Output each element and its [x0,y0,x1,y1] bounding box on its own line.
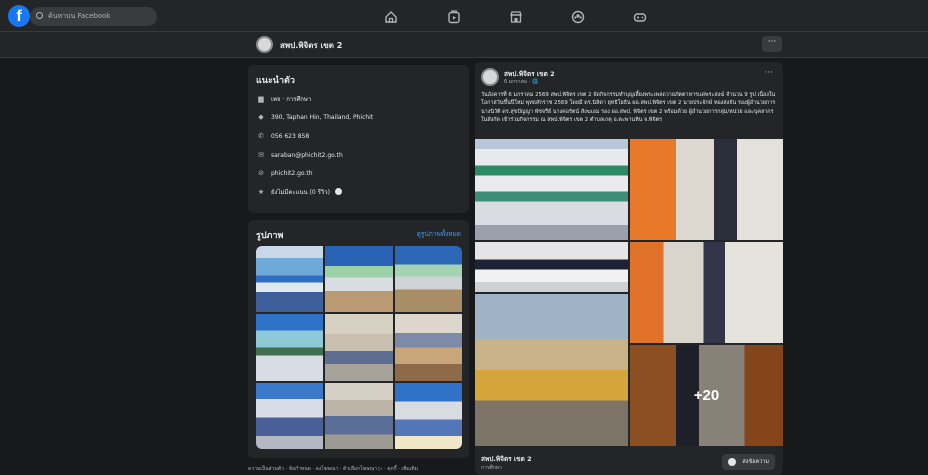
star-icon: ★ [257,188,265,196]
page-header: สพป.พิจิตร เขต 2 ··· [0,32,928,58]
video-icon[interactable] [447,9,461,24]
photo-thumbnail[interactable] [325,314,393,381]
post-author-avatar[interactable] [481,68,499,86]
photo-grid [256,246,462,449]
intro-category: ▆ เพจ · การศึกษา [256,94,311,104]
photo-thumbnail[interactable] [256,382,324,449]
photo-thumbnail[interactable] [325,246,393,313]
post-photo[interactable] [475,242,628,292]
intro-title: แนะนำตัว [256,76,295,86]
gaming-icon[interactable] [633,9,647,23]
home-icon[interactable] [384,9,398,23]
search-icon [36,12,43,19]
location-icon: ◆ [258,113,264,121]
see-all-photos-link[interactable]: ดูรูปภาพทั้งหมด [417,229,461,239]
post-footer-page-name[interactable]: สพป.พิจิตร เขต 2 [481,454,532,464]
post-date[interactable]: 6 มกราคม · 🌐 [504,78,538,86]
send-message-label: ส่งข้อความ [742,459,769,465]
more-options-button[interactable]: ··· [762,36,782,52]
post-photo[interactable] [630,139,783,240]
photo-thumbnail[interactable] [394,314,462,381]
messenger-icon [728,458,736,466]
page-title[interactable]: สพป.พิจิตร เขต 2 [280,39,342,52]
intro-email[interactable]: ✉ saraban@phichit2.go.th [256,151,343,159]
photos-title: รูปภาพ [256,231,284,241]
intro-phone: ✆ 056 623 858 [256,132,309,140]
post-footer-category: การศึกษา [481,465,502,471]
intro-address: ◆ 390, Taphan Hin, Thailand, Phichit [256,113,373,121]
info-icon: ▆ [258,95,264,103]
intro-card: แนะนำตัว ▆ เพจ · การศึกษา ◆ 390, Taphan Hi… [248,65,469,213]
post-photo[interactable] [475,294,628,446]
groups-icon[interactable] [571,9,585,24]
post-text: วันอังคารที่ 6 มกราคม 2569 สพป.พิจิตร เข… [481,92,776,123]
footer-links[interactable]: ความเป็นส่วนตัว · ข้อกำหนด · ลงโฆษณา · ต… [248,465,418,473]
photos-card: รูปภาพ ดูรูปภาพทั้งหมด [248,220,469,458]
search-placeholder: ค้นหาบน Facebook [48,12,111,20]
photo-thumbnail[interactable] [256,246,324,313]
photo-thumbnail[interactable] [256,314,324,381]
link-icon: ⊘ [258,169,264,177]
post-photo[interactable]: +20 [630,345,783,446]
post-card: สพป.พิจิตร เขต 2 6 มกราคม · 🌐 ··· วันอัง… [475,62,783,475]
email-icon: ✉ [258,151,264,159]
top-navigation-bar: f ค้นหาบน Facebook [0,0,928,32]
photo-thumbnail[interactable] [394,246,462,313]
page-avatar[interactable] [256,36,273,53]
phone-icon: ✆ [258,132,264,140]
send-message-button[interactable]: ส่งข้อความ [722,454,775,470]
post-photo[interactable] [630,242,783,343]
marketplace-icon[interactable] [509,9,523,23]
photo-thumbnail[interactable] [394,382,462,449]
intro-website[interactable]: ⊘ phichit2.go.th [256,169,313,177]
post-more-icon[interactable]: ··· [764,68,773,78]
intro-rating: ★ ยังไม่มีคะแนน (0 รีวิว) [256,187,342,197]
info-circle-icon[interactable] [334,188,342,195]
search-input[interactable]: ค้นหาบน Facebook [30,7,157,26]
post-photo[interactable] [475,139,628,240]
facebook-logo-icon[interactable]: f [8,5,30,27]
more-photos-overlay[interactable]: +20 [630,345,783,446]
photo-thumbnail[interactable] [325,382,393,449]
